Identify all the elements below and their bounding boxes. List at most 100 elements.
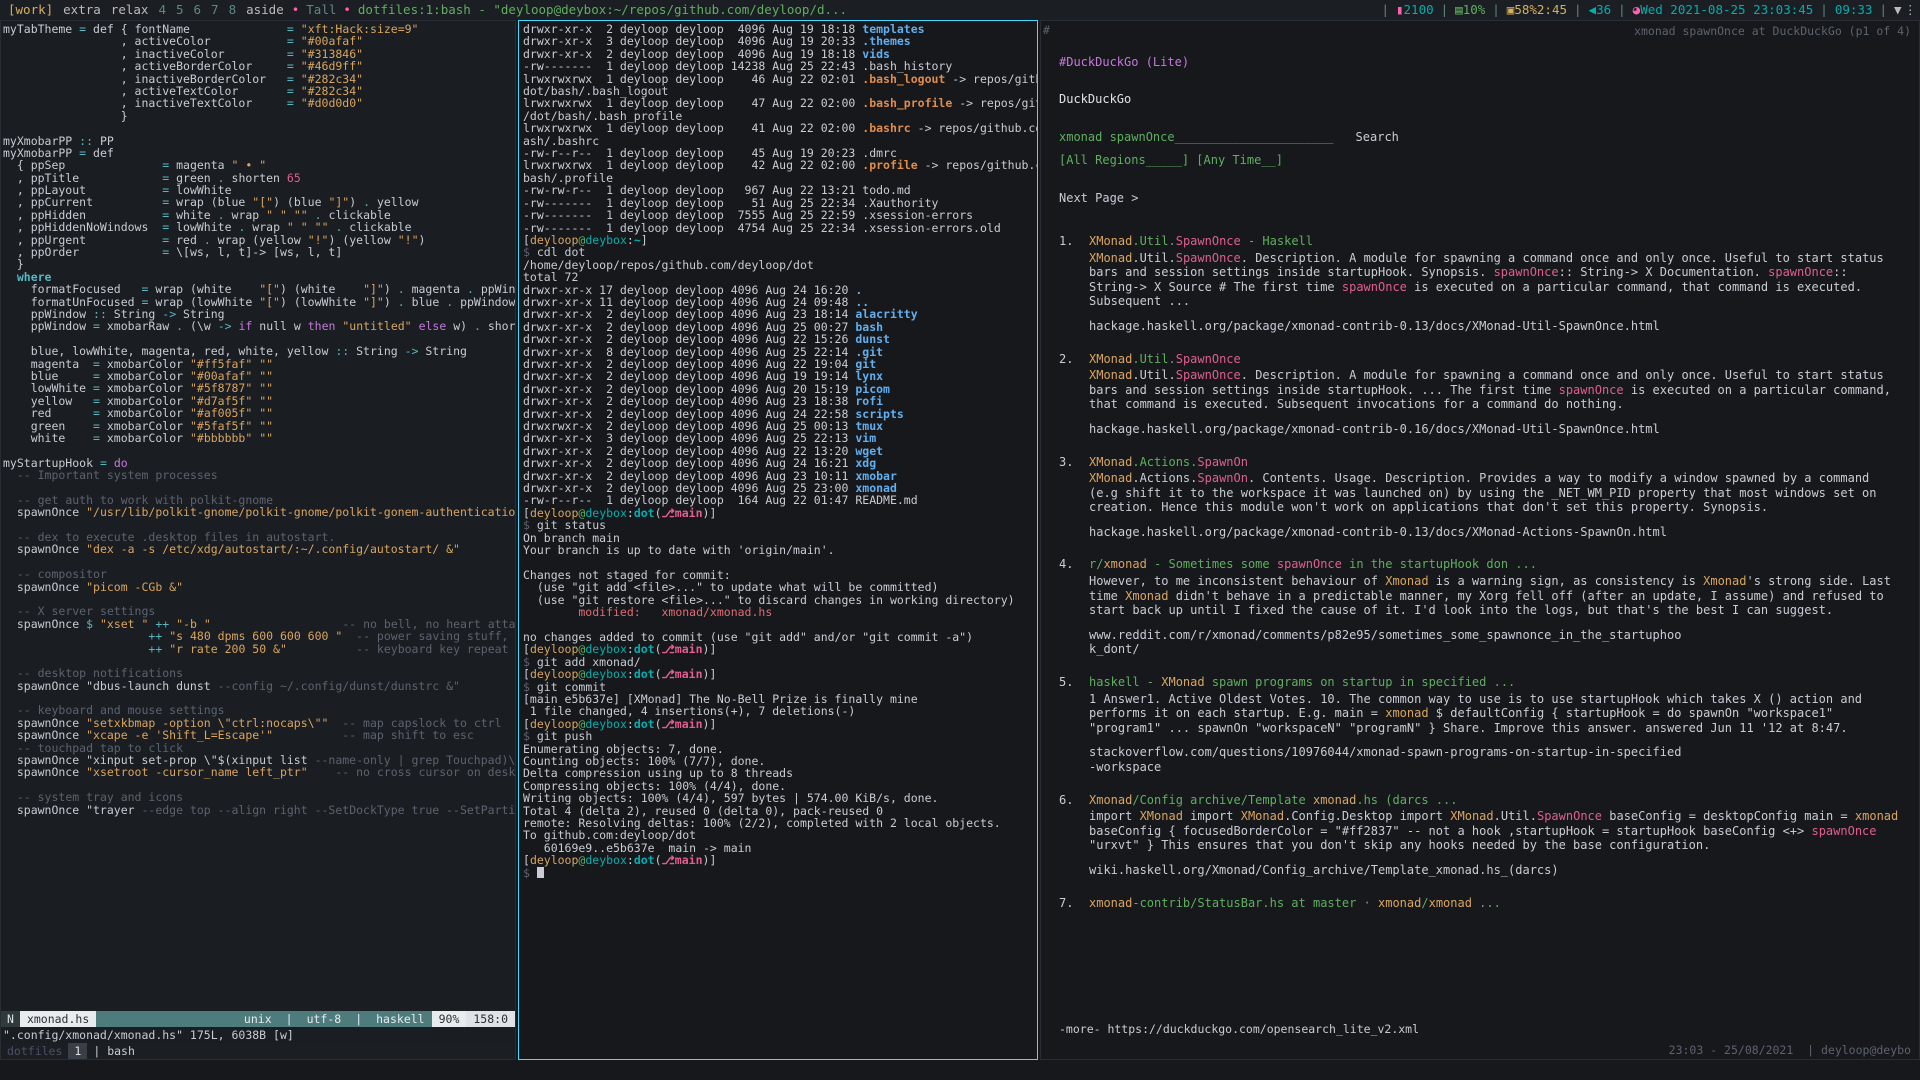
- vim-cursor-position: 158:0: [466, 1011, 515, 1027]
- xmobar-layout[interactable]: Tall: [302, 0, 340, 20]
- terminal-line: drwxr-xr-x 2 deyloop deyloop 4096 Aug 19…: [523, 369, 884, 384]
- vim-statusline: N xmonad.hs unix | utf-8 | haskell 90% 1…: [1, 1011, 515, 1027]
- terminal-line: $ git push: [523, 729, 593, 744]
- result-title-link[interactable]: r/xmonad - Sometimes some spawnOnce in t…: [1089, 557, 1901, 572]
- tray-divider-6: |: [1879, 2, 1887, 17]
- xmobar-separator-1: •: [291, 2, 300, 17]
- search-button[interactable]: Search: [1356, 130, 1399, 145]
- xmobar-separator-2: •: [343, 2, 351, 17]
- terminal-line: -rw-rw-r-- 1 deyloop deyloop 967 Aug 22 …: [523, 183, 911, 198]
- workspace-aside[interactable]: aside: [241, 0, 289, 20]
- result-body: xmonad-contrib/StatusBar.hs at master · …: [1089, 896, 1901, 913]
- result-title-link[interactable]: XMonad.Util.SpawnOnce - Haskell: [1089, 234, 1901, 249]
- battery-percent: 58%: [1514, 2, 1537, 17]
- vim-line: spawnOnce "dbus-launch dunst --config ~/…: [3, 678, 460, 693]
- tray-divider-5: |: [1820, 2, 1828, 17]
- search-result: 7. xmonad-contrib/StatusBar.hs at master …: [1059, 896, 1901, 913]
- next-page-link[interactable]: Next Page >: [1059, 191, 1901, 206]
- vim-line: spawnOnce "xsetroot -cursor_name left_pt…: [3, 765, 516, 780]
- terminal-line: $: [523, 866, 1037, 879]
- terminal-output[interactable]: drwxr-xr-x 2 deyloop deyloop 4096 Aug 19…: [519, 21, 1037, 1059]
- workspace-extra[interactable]: extra: [58, 0, 106, 20]
- battery-time: 2:45: [1536, 2, 1568, 17]
- browser-footer-right: 23:03 - 25/08/2021 | deyloop@deybo: [1669, 1041, 1919, 1059]
- result-body: r/xmonad - Sometimes some spawnOnce in t…: [1089, 557, 1901, 657]
- tmux-session-name: dotfiles: [7, 1044, 63, 1058]
- vim-buffer[interactable]: myTabTheme = def { fontName = "xft:Hack:…: [1, 21, 515, 1059]
- vim-line: spawnOnce "picom -CGb &": [3, 579, 184, 594]
- terminal-line: Your branch is up to date with 'origin/m…: [523, 543, 835, 558]
- volume-value: 36: [1596, 2, 1612, 17]
- search-input[interactable]: xmonad spawnOnce______________________: [1059, 130, 1334, 145]
- vim-fileformat: unix: [243, 1012, 272, 1026]
- clock-date: Wed 2021-08-25 23:03:45: [1640, 2, 1814, 17]
- workspace-5[interactable]: 5: [171, 0, 189, 20]
- browser-footer-time: 23:03 - 25/08/2021: [1668, 1043, 1794, 1057]
- result-url: hackage.haskell.org/package/xmonad-contr…: [1089, 524, 1667, 539]
- vim-line: spawnOnce "/usr/lib/polkit-gnome/polkit-…: [3, 505, 516, 520]
- terminal-line: Writing objects: 100% (4/4), 597 bytes |…: [523, 791, 939, 806]
- vim-line: ++ "r rate 200 50 &" -- keyboard key rep…: [148, 641, 509, 656]
- workspace-8[interactable]: 8: [224, 0, 242, 20]
- terminal-line: drwxr-xr-x 2 deyloop deyloop 4096 Aug 23…: [523, 307, 918, 322]
- browser-heading: #DuckDuckGo (Lite): [1059, 55, 1190, 69]
- vim-line: white = xmobarColor "#bbbbbb" "": [3, 430, 274, 445]
- browser-viewport[interactable]: # xmonad spawnOnce at DuckDuckGo (p1 of …: [1041, 21, 1919, 1059]
- terminal-line: drwxr-xr-x 2 deyloop deyloop 4096 Aug 22…: [523, 332, 890, 347]
- workspace-relax[interactable]: relax: [106, 0, 154, 20]
- workspace-7[interactable]: 7: [206, 0, 224, 20]
- region-filter[interactable]: [All Regions_____]: [1059, 153, 1189, 167]
- terminal-line: /home/deyloop/repos/github.com/deyloop/d…: [523, 257, 814, 272]
- tmux-window-name[interactable]: | bash: [87, 1043, 141, 1059]
- workspace-4[interactable]: 4: [153, 0, 171, 20]
- vim-window[interactable]: myTabTheme = def { fontName = "xft:Hack:…: [0, 20, 516, 1060]
- tray-divider-0: |: [1381, 2, 1389, 17]
- terminal-line: [deyloop@deybox:dot(⎇main)]: [523, 716, 717, 731]
- workspace-6[interactable]: 6: [189, 0, 207, 20]
- result-title-link[interactable]: XMonad.Util.SpawnOnce: [1089, 352, 1901, 367]
- result-snippet: XMonad.Actions.SpawnOn. Contents. Usage.…: [1089, 471, 1877, 515]
- vim-line: [3, 444, 515, 456]
- vim-line: , ppOrder = \[ws, l, t]-> [ws, l, t]: [3, 245, 343, 260]
- result-title-link[interactable]: xmonad-contrib/StatusBar.hs at master · …: [1089, 896, 1901, 911]
- vim-line: spawnOnce "trayer --edge top --align rig…: [3, 802, 516, 817]
- volume-icon: ◀: [1588, 2, 1597, 17]
- terminal-line: lrwxrwxrwx 1 deyloop deyloop 47 Aug 22 0…: [523, 96, 1037, 111]
- result-url: www.reddit.com/r/xmonad/comments/p82e95/…: [1089, 627, 1682, 657]
- terminal-window[interactable]: drwxr-xr-x 2 deyloop deyloop 4096 Aug 19…: [518, 20, 1038, 1060]
- result-title-link[interactable]: XMonad.Actions.SpawnOn: [1089, 455, 1901, 470]
- vim-line: -- compositor: [16, 567, 107, 582]
- terminal-line: drwxr-xr-x 2 deyloop deyloop 4096 Aug 24…: [523, 456, 877, 471]
- result-title-link[interactable]: haskell - XMonad spawn programs on start…: [1089, 675, 1901, 690]
- workspace-work[interactable]: [work]: [3, 0, 58, 20]
- terminal-line: -rw------- 1 deyloop deyloop 14238 Aug 2…: [523, 59, 953, 74]
- dropbox-icon[interactable]: ▼: [1894, 0, 1904, 20]
- terminal-line: lrwxrwxrwx 1 deyloop deyloop 41 Aug 22 0…: [523, 121, 1038, 136]
- terminal-line: [deyloop@deybox:dot(⎇main)]: [523, 642, 717, 657]
- browser-footer-user: | deyloop@deybo: [1807, 1043, 1911, 1057]
- xmobar-left: [work] extra relax 4 5 6 7 8 aside • Tal…: [0, 0, 847, 20]
- tray-divider-4: |: [1618, 2, 1626, 17]
- tmux-window-index[interactable]: 1: [68, 1043, 88, 1059]
- result-snippet: However, to me inconsistent behaviour of…: [1089, 574, 1891, 618]
- duckduckgo-brand-text: DuckDuckGo: [1059, 91, 1132, 106]
- browser-footer-left: [1041, 1041, 1047, 1059]
- terminal-line: $ cdl dot: [523, 245, 586, 260]
- result-url: stackoverflow.com/questions/10976044/xmo…: [1089, 745, 1682, 774]
- result-snippet: import XMonad import XMonad.Config.Deskt…: [1089, 809, 1899, 853]
- time-filter[interactable]: [Any Time__]: [1196, 153, 1283, 167]
- vim-filename: xmonad.hs: [19, 1011, 97, 1027]
- tray-divider-3: |: [1574, 2, 1582, 17]
- search-result: 2. XMonad.Util.SpawnOnce XMonad.Util.Spawn…: [1059, 352, 1901, 437]
- search-row: xmonad spawnOnce______________________ S…: [1059, 130, 1901, 145]
- tmux-window-name-text: bash: [107, 1044, 135, 1058]
- result-number: 7.: [1059, 895, 1074, 910]
- desktop-screen: [work] extra relax 4 5 6 7 8 aside • Tal…: [0, 0, 1920, 1080]
- result-body: haskell - XMonad spawn programs on start…: [1089, 675, 1901, 775]
- menu-icon[interactable]: ⋮: [1904, 0, 1917, 20]
- tray-divider-1: |: [1440, 2, 1449, 17]
- lynx-browser-window[interactable]: # xmonad spawnOnce at DuckDuckGo (p1 of …: [1040, 20, 1920, 1060]
- result-title-link[interactable]: Xmonad/Config archive/Template xmonad.hs…: [1089, 793, 1901, 808]
- vim-line: ppWindow = xmobarRaw . (\w -> if null w …: [3, 319, 516, 334]
